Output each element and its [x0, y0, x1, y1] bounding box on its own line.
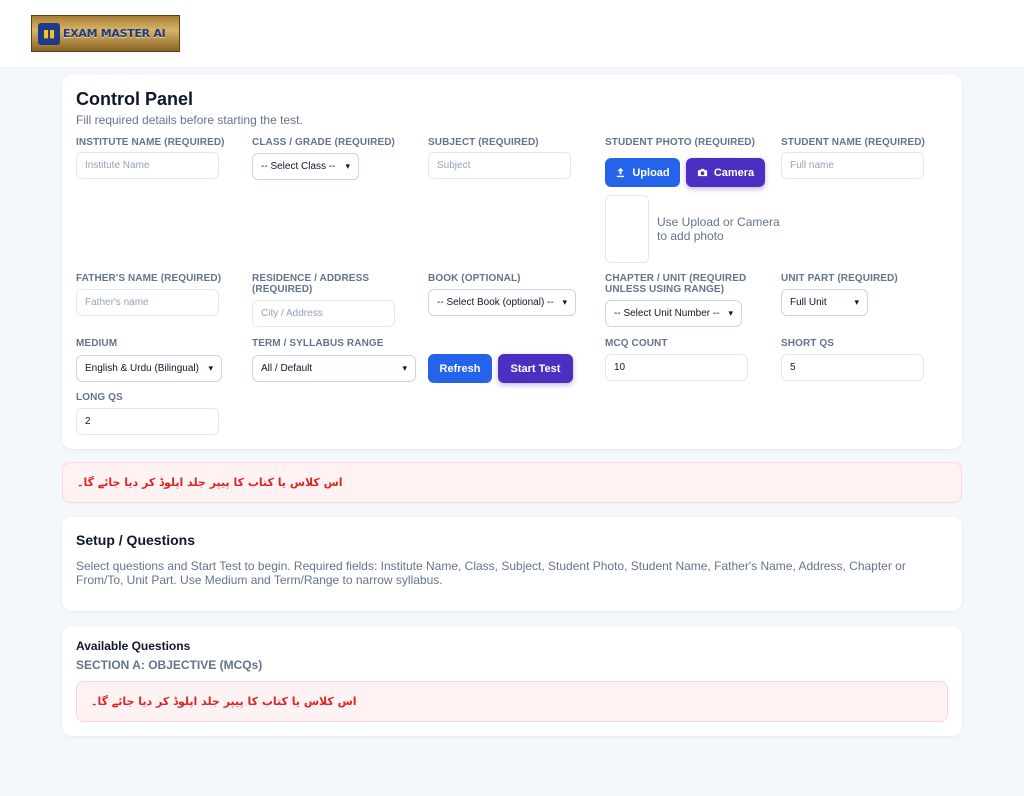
- unit-part-label: UNIT PART (REQUIRED): [781, 273, 898, 284]
- mcq-count-input[interactable]: 10: [605, 354, 748, 381]
- chapter-select[interactable]: -- Select Unit Number -- ▾: [605, 300, 742, 327]
- chevron-down-icon: ▾: [854, 297, 859, 307]
- questions-alert: اس کلاس یا کتاب کا پیپر جلد اپلوڈ کر دیا…: [76, 681, 948, 722]
- term-label: TERM / SYLLABUS RANGE: [252, 338, 384, 349]
- book-select-value: -- Select Book (optional) --: [437, 297, 554, 308]
- available-questions-card: Available Questions SECTION A: OBJECTIVE…: [62, 626, 962, 736]
- unit-part-select[interactable]: Full Unit ▾: [781, 289, 868, 316]
- mcq-count-label: MCQ COUNT: [605, 338, 668, 349]
- medium-select[interactable]: English & Urdu (Bilingual) ▾: [76, 355, 222, 382]
- top-bar: ▮▮ EXAM MASTER AI: [0, 0, 1024, 68]
- short-qs-input[interactable]: 5: [781, 354, 924, 381]
- control-panel-subtitle: Fill required details before starting th…: [76, 113, 303, 127]
- long-qs-input[interactable]: 2: [76, 408, 219, 435]
- father-name-label: FATHER'S NAME (REQUIRED): [76, 273, 222, 284]
- book-select[interactable]: -- Select Book (optional) -- ▾: [428, 289, 576, 316]
- institute-input[interactable]: Institute Name: [76, 152, 219, 179]
- alert-message: اس کلاس یا کتاب کا پیپر جلد اپلوڈ کر دیا…: [77, 476, 343, 489]
- chevron-down-icon: ▾: [402, 363, 407, 373]
- section-heading: SECTION A: OBJECTIVE (MCQs): [76, 658, 263, 672]
- chevron-down-icon: ▾: [208, 363, 213, 373]
- photo-label: STUDENT PHOTO (REQUIRED): [605, 137, 755, 148]
- term-select[interactable]: All / Default ▾: [252, 355, 416, 382]
- photo-hint: Use Upload or Camera to add photo: [657, 215, 780, 243]
- unit-part-select-value: Full Unit: [790, 297, 827, 308]
- logo-text: EXAM MASTER AI: [63, 27, 166, 40]
- chevron-down-icon: ▾: [728, 308, 733, 318]
- term-select-value: All / Default: [261, 363, 313, 374]
- photo-preview: [605, 195, 649, 263]
- start-test-button[interactable]: Start Test: [498, 354, 573, 383]
- class-select-value: -- Select Class --: [261, 161, 336, 172]
- control-panel-title: Control Panel: [76, 89, 194, 109]
- setup-title: Setup / Questions: [76, 532, 196, 548]
- upload-icon: [617, 167, 625, 178]
- setup-card: Setup / Questions Select questions and S…: [62, 517, 962, 611]
- available-questions-title: Available Questions: [76, 639, 191, 653]
- chevron-down-icon: ▾: [345, 161, 350, 171]
- father-name-input[interactable]: Father's name: [76, 289, 219, 316]
- logo-mark-icon: ▮▮: [38, 22, 60, 45]
- upload-button[interactable]: Upload: [605, 158, 680, 187]
- medium-select-value: English & Urdu (Bilingual): [85, 363, 199, 374]
- chapter-select-value: -- Select Unit Number --: [614, 308, 720, 319]
- class-select[interactable]: -- Select Class -- ▾: [252, 153, 359, 180]
- upload-button-label: Upload: [632, 166, 670, 179]
- book-label: BOOK (OPTIONAL): [428, 273, 521, 284]
- questions-alert-message: اس کلاس یا کتاب کا پیپر جلد اپلوڈ کر دیا…: [91, 695, 357, 708]
- chapter-label: CHAPTER / UNIT (REQUIRED UNLESS USING RA…: [605, 273, 747, 295]
- residence-input[interactable]: City / Address: [252, 300, 395, 327]
- subject-label: SUBJECT (REQUIRED): [428, 137, 539, 148]
- institute-label: INSTITUTE NAME (REQUIRED): [76, 137, 225, 148]
- camera-button-label: Camera: [713, 166, 755, 179]
- subject-input[interactable]: Subject: [428, 152, 571, 179]
- camera-button[interactable]: Camera: [686, 158, 765, 187]
- camera-icon: [697, 168, 707, 177]
- short-qs-label: SHORT QS: [781, 338, 835, 349]
- setup-instructions: Select questions and Start Test to begin…: [76, 559, 906, 587]
- chevron-down-icon: ▾: [562, 297, 567, 307]
- student-name-label: STUDENT NAME (REQUIRED): [781, 137, 925, 148]
- logo[interactable]: ▮▮ EXAM MASTER AI: [31, 15, 180, 52]
- student-name-input[interactable]: Full name: [781, 152, 924, 179]
- residence-label: RESIDENCE / ADDRESS (REQUIRED): [252, 273, 370, 295]
- refresh-button[interactable]: Refresh: [428, 354, 492, 383]
- class-label: CLASS / GRADE (REQUIRED): [252, 137, 395, 148]
- medium-label: MEDIUM: [76, 338, 118, 349]
- control-panel: Control Panel Fill required details befo…: [62, 75, 962, 449]
- long-qs-label: LONG QS: [76, 392, 123, 403]
- alert-banner: اس کلاس یا کتاب کا پیپر جلد اپلوڈ کر دیا…: [62, 462, 962, 503]
